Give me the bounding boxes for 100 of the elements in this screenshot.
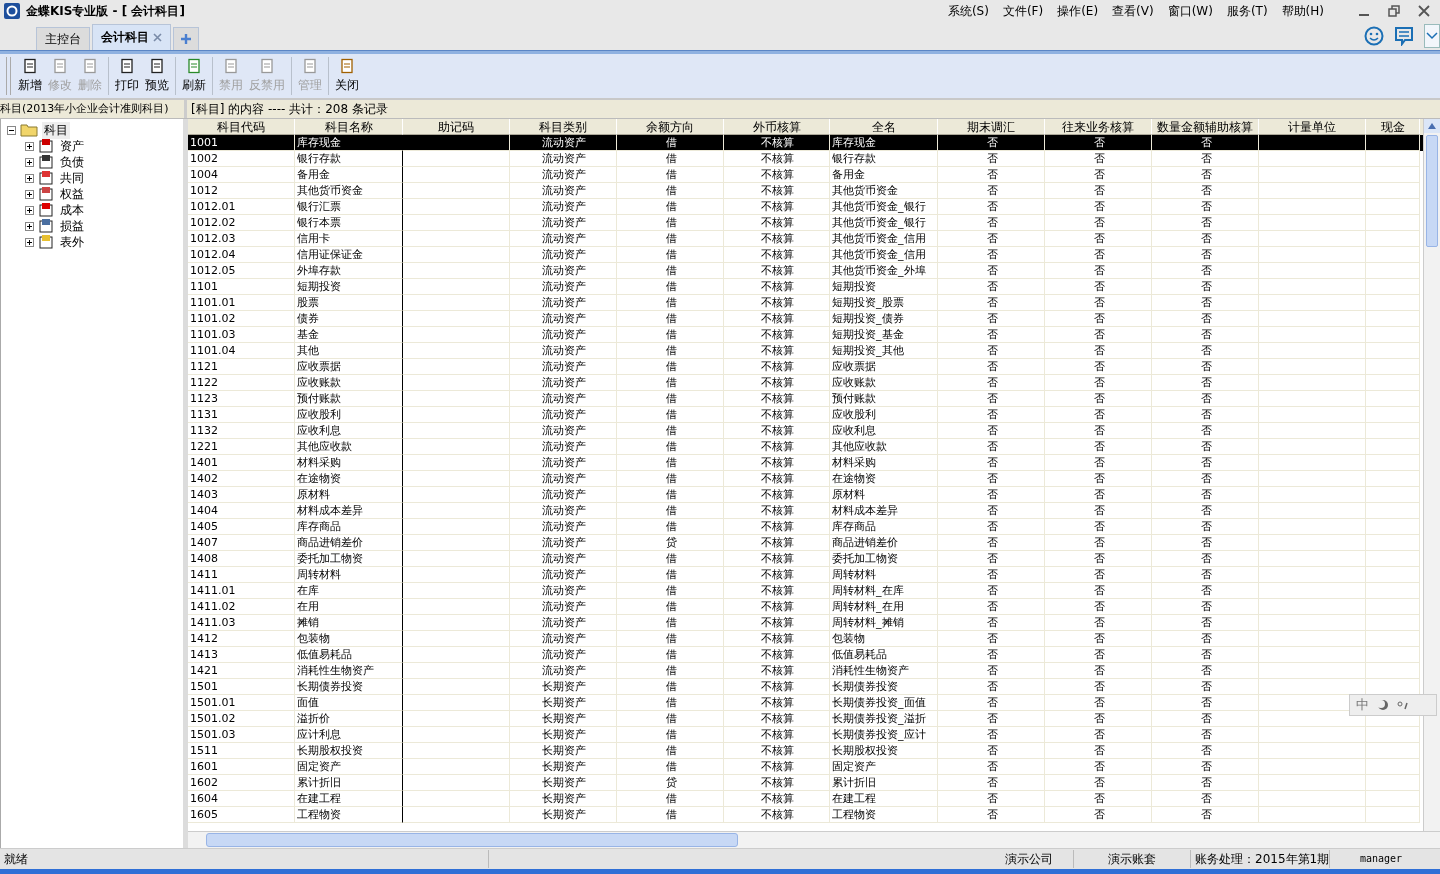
table-cell: 备用金 (830, 167, 938, 183)
table-cell: 1012.05 (188, 263, 295, 279)
table-cell: 1404 (188, 503, 295, 519)
table-cell: 流动资产 (510, 487, 617, 503)
table-cell: 1012.01 (188, 199, 295, 215)
table-cell: 流动资产 (510, 583, 617, 599)
table-cell: 长期资产 (510, 727, 617, 743)
table-cell: 否 (1045, 695, 1152, 711)
table-cell: 不核算 (724, 759, 830, 775)
table-cell: 否 (1152, 327, 1259, 343)
table-cell: 不核算 (724, 535, 830, 551)
table-cell: 基金 (295, 327, 403, 343)
table-cell: 借 (617, 167, 724, 183)
table-cell: 否 (1152, 471, 1259, 487)
table-cell: 否 (1152, 407, 1259, 423)
status-text: manager (1359, 852, 1404, 866)
table-cell: 流动资产 (510, 471, 617, 487)
table-cell: 流动资产 (510, 247, 617, 263)
table-cell: 材料采购 (830, 455, 938, 471)
table-cell: 否 (1152, 439, 1259, 455)
table-cell: 流动资产 (510, 647, 617, 663)
table-cell: 不核算 (724, 791, 830, 807)
table-cell: 1411.01 (188, 583, 295, 599)
table-cell: 1012.03 (188, 231, 295, 247)
table-cell: 商品进销差价 (295, 535, 403, 551)
table-cell: 否 (1045, 727, 1152, 743)
table-cell: 否 (938, 535, 1045, 551)
table-cell: 长期资产 (510, 807, 617, 823)
table-cell: 不核算 (724, 295, 830, 311)
record-count: [科目] 的内容 ---- 共计：208 条记录 (190, 101, 388, 118)
table-cell: 借 (617, 647, 724, 663)
table-cell: 累计折旧 (830, 775, 938, 791)
table-cell: 否 (1045, 199, 1152, 215)
table-cell: 否 (1152, 631, 1259, 647)
table-cell: 流动资产 (510, 455, 617, 471)
table-cell: 1604 (188, 791, 295, 807)
table-cell: 流动资产 (510, 391, 617, 407)
table-cell: 否 (938, 759, 1045, 775)
table-cell: 不核算 (724, 247, 830, 263)
table-cell: 其他应收款 (295, 439, 403, 455)
table-cell: 长期债券投资_溢折 (830, 711, 938, 727)
table-cell: 否 (938, 775, 1045, 791)
table-cell: 短期投资_其他 (830, 343, 938, 359)
table-cell: 不核算 (724, 343, 830, 359)
table-cell: 不核算 (724, 807, 830, 823)
table-cell: 否 (1152, 583, 1259, 599)
table-cell: 1012.02 (188, 215, 295, 231)
table-cell: 其他货币资金 (830, 183, 938, 199)
table-cell: 1403 (188, 487, 295, 503)
table-cell: 否 (938, 151, 1045, 167)
table-cell: 借 (617, 487, 724, 503)
table-cell: 流动资产 (510, 407, 617, 423)
table-cell: 周转材料 (295, 567, 403, 583)
table-cell: 累计折旧 (295, 775, 403, 791)
table-cell: 1413 (188, 647, 295, 663)
table-cell: 1501.03 (188, 727, 295, 743)
table-cell: 不核算 (724, 519, 830, 535)
table-cell: 长期股权投资 (830, 743, 938, 759)
table-cell: 长期资产 (510, 775, 617, 791)
table-cell: 1101 (188, 279, 295, 295)
table-cell: 长期资产 (510, 791, 617, 807)
table-cell: 否 (1045, 583, 1152, 599)
table-cell: 流动资产 (510, 519, 617, 535)
table-cell: 否 (1045, 151, 1152, 167)
table-cell: 1101.02 (188, 311, 295, 327)
table-cell: 不核算 (724, 183, 830, 199)
table-cell: 流动资产 (510, 631, 617, 647)
table-cell: 否 (1152, 679, 1259, 695)
table-cell: 否 (938, 567, 1045, 583)
table-cell: 否 (1045, 343, 1152, 359)
table-cell: 否 (1152, 423, 1259, 439)
table-cell: 1405 (188, 519, 295, 535)
table-cell: 流动资产 (510, 615, 617, 631)
table-cell: 否 (1045, 231, 1152, 247)
table-cell: 包装物 (295, 631, 403, 647)
table-cell: 否 (1152, 151, 1259, 167)
table-cell: 否 (938, 327, 1045, 343)
table-cell: 否 (1152, 599, 1259, 615)
table-cell: 不核算 (724, 599, 830, 615)
table-cell: 长期资产 (510, 743, 617, 759)
table-cell: 1123 (188, 391, 295, 407)
table-cell: 借 (617, 455, 724, 471)
table-cell: 原材料 (830, 487, 938, 503)
table-cell: 应收票据 (830, 359, 938, 375)
table-cell: 外埠存款 (295, 263, 403, 279)
table-cell: 长期股权投资 (295, 743, 403, 759)
table-cell: 不核算 (724, 231, 830, 247)
table-cell: 否 (1045, 279, 1152, 295)
table-cell: 否 (1045, 215, 1152, 231)
table-cell: 否 (938, 279, 1045, 295)
table-cell: 否 (1045, 567, 1152, 583)
table-cell: 不核算 (724, 167, 830, 183)
table-cell: 摊销 (295, 615, 403, 631)
table-cell: 1002 (188, 151, 295, 167)
table-cell: 否 (1045, 359, 1152, 375)
table-cell: 否 (938, 295, 1045, 311)
table-cell: 不核算 (724, 647, 830, 663)
table-cell: 流动资产 (510, 311, 617, 327)
table-cell: 否 (938, 663, 1045, 679)
table-cell: 材料成本差异 (295, 503, 403, 519)
